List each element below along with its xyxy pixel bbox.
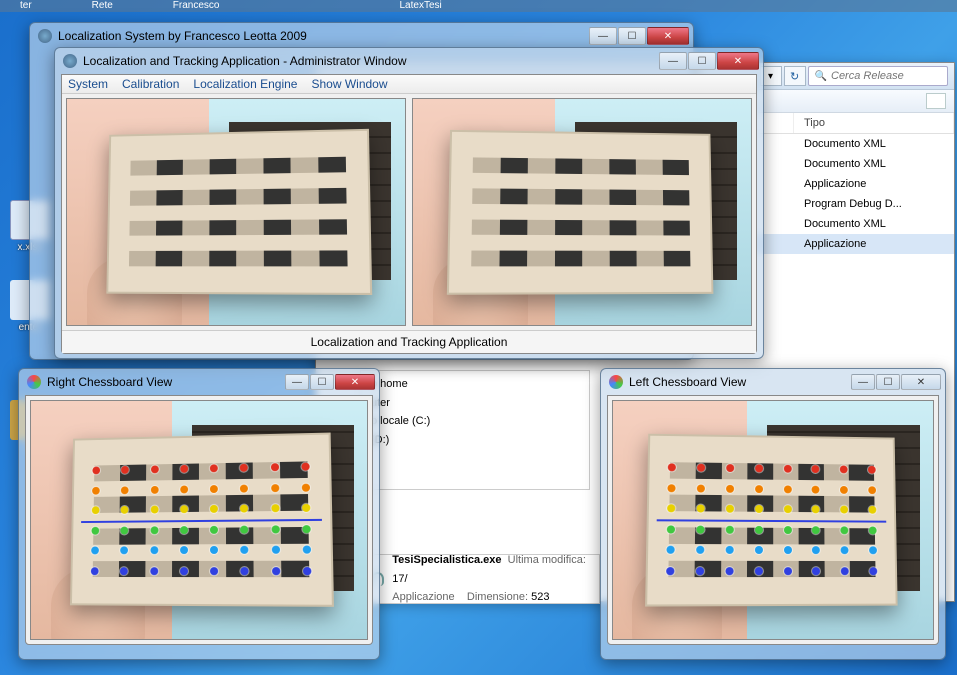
nav-item[interactable]: o home [371, 375, 579, 394]
minimize-button[interactable]: — [851, 374, 875, 390]
window-right-chessboard[interactable]: Right Chessboard View — ☐ ✕ [18, 368, 380, 660]
menu-system[interactable]: System [68, 77, 108, 91]
window-client: System Calibration Localization Engine S… [61, 74, 757, 354]
titlebar[interactable]: Right Chessboard View — ☐ ✕ [19, 369, 379, 395]
camera-view-right [412, 98, 752, 326]
taskbar-item: Rete [92, 0, 113, 12]
opencv-icon [609, 375, 623, 389]
app-icon [38, 29, 52, 43]
details-size-label: Dimensione: [467, 591, 528, 603]
window-title: Right Chessboard View [47, 375, 285, 389]
explorer-details-pane: TesiSpecialistica.exe Ultima modifica: 1… [360, 554, 600, 604]
window-left-chessboard[interactable]: Left Chessboard View — ☐ ✕ [600, 368, 946, 660]
close-button[interactable]: ✕ [335, 374, 375, 390]
menu-show-window[interactable]: Show Window [311, 77, 387, 91]
chessboard-detection-view [612, 400, 934, 640]
close-button[interactable]: ✕ [647, 27, 689, 45]
window-title: Localization System by Francesco Leotta … [58, 29, 589, 43]
taskbar-item: ter [20, 0, 32, 12]
camera-view-left [66, 98, 406, 326]
taskbar-item: LatexTesi [399, 0, 441, 12]
taskbar-item: Francesco [173, 0, 220, 12]
details-mod-label: Ultima modifica: [508, 554, 586, 566]
titlebar[interactable]: Left Chessboard View — ☐ ✕ [601, 369, 945, 395]
taskbar-top-fragment: ter Rete Francesco LatexTesi [0, 0, 957, 12]
close-button[interactable]: ✕ [901, 374, 941, 390]
maximize-button[interactable]: ☐ [618, 27, 646, 45]
corner-overlay [655, 457, 887, 582]
explorer-nav-pane[interactable]: o home uter o locale (C:) (D:) [360, 370, 590, 490]
refresh-icon[interactable]: ↻ [784, 66, 806, 86]
window-title: Left Chessboard View [629, 375, 851, 389]
view-options-icon[interactable] [926, 93, 946, 109]
nav-item[interactable]: uter [371, 394, 579, 413]
details-type: Applicazione [392, 591, 454, 603]
minimize-button[interactable]: — [659, 52, 687, 70]
search-icon: 🔍 [815, 71, 827, 82]
maximize-button[interactable]: ☐ [310, 374, 334, 390]
opencv-icon [27, 375, 41, 389]
nav-item[interactable]: o locale (C:) [371, 412, 579, 431]
maximize-button[interactable]: ☐ [876, 374, 900, 390]
column-header-type[interactable]: Tipo [794, 113, 954, 133]
search-box[interactable]: 🔍 [808, 66, 948, 86]
minimize-button[interactable]: — [589, 27, 617, 45]
menu-calibration[interactable]: Calibration [122, 77, 179, 91]
close-button[interactable]: ✕ [717, 52, 759, 70]
corner-overlay [80, 456, 323, 582]
minimize-button[interactable]: — [285, 374, 309, 390]
chessboard-detection-view [30, 400, 368, 640]
titlebar[interactable]: Localization System by Francesco Leotta … [30, 23, 693, 49]
details-filename: TesiSpecialistica.exe [392, 554, 501, 566]
menubar[interactable]: System Calibration Localization Engine S… [62, 75, 756, 94]
statusbar-text: Localization and Tracking Application [62, 330, 756, 353]
window-admin[interactable]: Localization and Tracking Application - … [54, 47, 764, 359]
window-title: Localization and Tracking Application - … [83, 54, 659, 68]
maximize-button[interactable]: ☐ [688, 52, 716, 70]
search-input[interactable] [831, 70, 941, 82]
app-icon [63, 54, 77, 68]
menu-localization-engine[interactable]: Localization Engine [193, 77, 297, 91]
titlebar[interactable]: Localization and Tracking Application - … [55, 48, 763, 74]
nav-item[interactable]: (D:) [371, 431, 579, 450]
